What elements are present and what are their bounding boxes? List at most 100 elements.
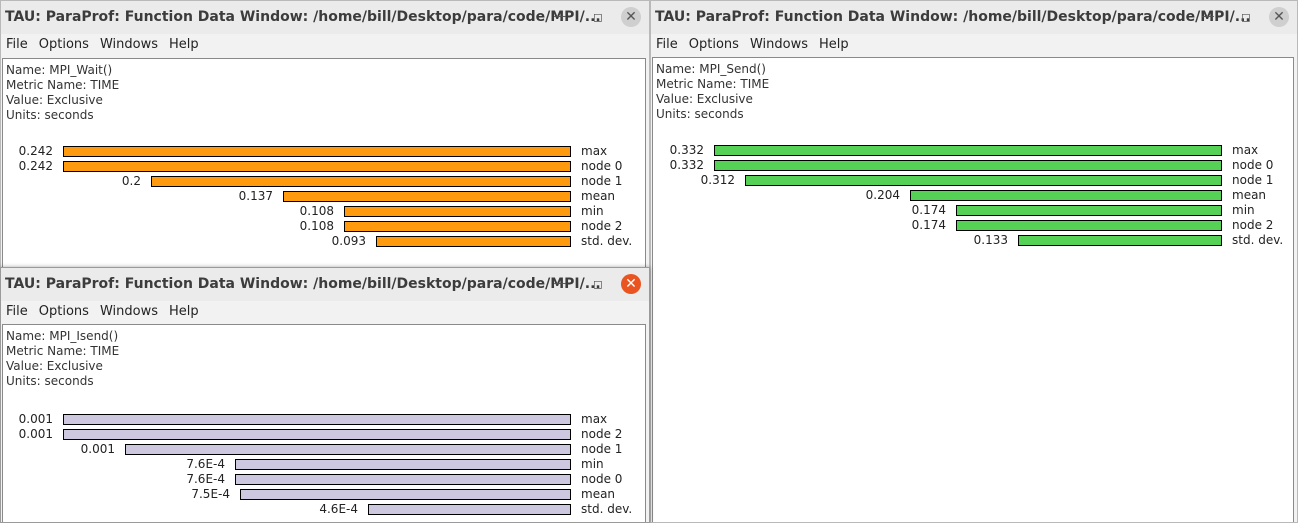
value-type: Value: Exclusive [6,359,103,373]
chart-row[interactable]: 0.242 node 0 [3,159,643,174]
maximize-icon[interactable]: ◻ [1237,8,1255,26]
units: Units: seconds [6,374,94,388]
chart-row[interactable]: 0.332 node 0 [653,158,1293,173]
chart-row[interactable]: 7.6E-4 min [3,457,643,472]
bar[interactable] [344,206,571,217]
menu-options[interactable]: Options [34,301,95,323]
value-type: Value: Exclusive [6,93,103,107]
bar-category-label: std. dev. [1232,233,1284,247]
bar[interactable] [63,146,571,157]
bar-category-label: node 2 [1232,218,1274,232]
chart-row[interactable]: 0.133 std. dev. [653,233,1293,248]
menu-file[interactable]: File [1,34,34,56]
function-info: Name: MPI_Wait() Metric Name: TIME Value… [6,63,119,123]
chart-row[interactable]: 0.001 node 2 [3,427,643,442]
minimize-icon[interactable]: — [551,8,569,26]
bar-value-label: 0.001 [18,412,53,426]
menu-windows[interactable]: Windows [95,301,164,323]
bar[interactable] [910,190,1222,201]
chart-row[interactable]: 0.312 node 1 [653,173,1293,188]
close-icon[interactable]: ✕ [621,274,641,294]
chart-row[interactable]: 0.137 mean [3,189,643,204]
bar[interactable] [956,205,1222,216]
bar-value-label: 7.6E-4 [186,457,225,471]
chart-row[interactable]: 7.5E-4 mean [3,487,643,502]
bar-value-label: 0.108 [299,204,334,218]
menu-windows[interactable]: Windows [745,34,814,56]
menu-options[interactable]: Options [34,34,95,56]
value-type: Value: Exclusive [656,92,753,106]
units: Units: seconds [656,107,744,121]
bar[interactable] [151,176,571,187]
chart-row[interactable]: 0.242 max [3,144,643,159]
title-bar[interactable]: TAU: ParaProf: Function Data Window: /ho… [651,1,1297,34]
bar[interactable] [714,160,1222,171]
function-data-window-mpi-wait: TAU: ParaProf: Function Data Window: /ho… [0,0,650,268]
bar[interactable] [283,191,571,202]
chart-row[interactable]: 7.6E-4 node 0 [3,472,643,487]
bar[interactable] [376,236,571,247]
chart-row[interactable]: 0.108 min [3,204,643,219]
chart-panel: Name: MPI_Send() Metric Name: TIME Value… [652,57,1294,522]
maximize-icon[interactable]: ◻ [589,8,607,26]
menu-bar: File Options Windows Help [1,34,649,56]
bar-value-label: 0.137 [238,189,273,203]
bar[interactable] [235,459,571,470]
window-title: TAU: ParaProf: Function Data Window: /ho… [5,276,601,292]
menu-windows[interactable]: Windows [95,34,164,56]
bar-value-label: 0.332 [669,158,704,172]
chart-row[interactable]: 0.174 min [653,203,1293,218]
bar[interactable] [63,429,571,440]
chart-row[interactable]: 0.332 max [653,143,1293,158]
close-icon[interactable]: ✕ [621,7,641,27]
chart-row[interactable]: 0.093 std. dev. [3,234,643,249]
bar-value-label: 0.108 [299,219,334,233]
title-bar[interactable]: TAU: ParaProf: Function Data Window: /ho… [1,1,649,34]
menu-bar: File Options Windows Help [651,34,1297,56]
bar[interactable] [240,489,571,500]
menu-options[interactable]: Options [684,34,745,56]
bar-value-label: 0.242 [18,144,53,158]
bar-category-label: max [581,144,608,158]
minimize-icon[interactable]: — [1199,8,1217,26]
menu-file[interactable]: File [651,34,684,56]
chart-row[interactable]: 0.174 node 2 [653,218,1293,233]
bar[interactable] [235,474,571,485]
bar[interactable] [714,145,1222,156]
chart-row[interactable]: 0.001 node 1 [3,442,643,457]
bar[interactable] [368,504,571,515]
bar[interactable] [344,221,571,232]
chart-row[interactable]: 0.2 node 1 [3,174,643,189]
menu-help[interactable]: Help [814,34,855,56]
bar-value-label: 7.6E-4 [186,472,225,486]
bar-category-label: std. dev. [581,502,633,516]
metric-name: Metric Name: TIME [6,78,120,92]
chart-row[interactable]: 0.108 node 2 [3,219,643,234]
menu-file[interactable]: File [1,301,34,323]
bar[interactable] [745,175,1222,186]
bar[interactable] [63,161,571,172]
function-info: Name: MPI_Isend() Metric Name: TIME Valu… [6,329,119,389]
chart-row[interactable]: 4.6E-4 std. dev. [3,502,643,517]
metric-name: Metric Name: TIME [656,77,770,91]
menu-help[interactable]: Help [164,34,205,56]
bar-category-label: node 1 [581,174,623,188]
title-bar[interactable]: TAU: ParaProf: Function Data Window: /ho… [1,268,649,301]
minimize-icon[interactable]: — [551,275,569,293]
chart-row[interactable]: 0.204 mean [653,188,1293,203]
bar-category-label: node 0 [581,159,623,173]
menu-help[interactable]: Help [164,301,205,323]
bar[interactable] [1018,235,1222,246]
bar[interactable] [63,414,571,425]
bar-category-label: node 2 [581,427,623,441]
function-data-window-mpi-isend: TAU: ParaProf: Function Data Window: /ho… [0,267,650,523]
bar[interactable] [125,444,571,455]
bar-category-label: min [581,457,604,471]
close-icon[interactable]: ✕ [1269,7,1289,27]
maximize-icon[interactable]: ◻ [589,275,607,293]
function-name: Name: MPI_Send() [656,62,766,76]
window-title: TAU: ParaProf: Function Data Window: /ho… [5,9,601,25]
bar-category-label: mean [1232,188,1267,202]
bar[interactable] [956,220,1222,231]
chart-row[interactable]: 0.001 max [3,412,643,427]
